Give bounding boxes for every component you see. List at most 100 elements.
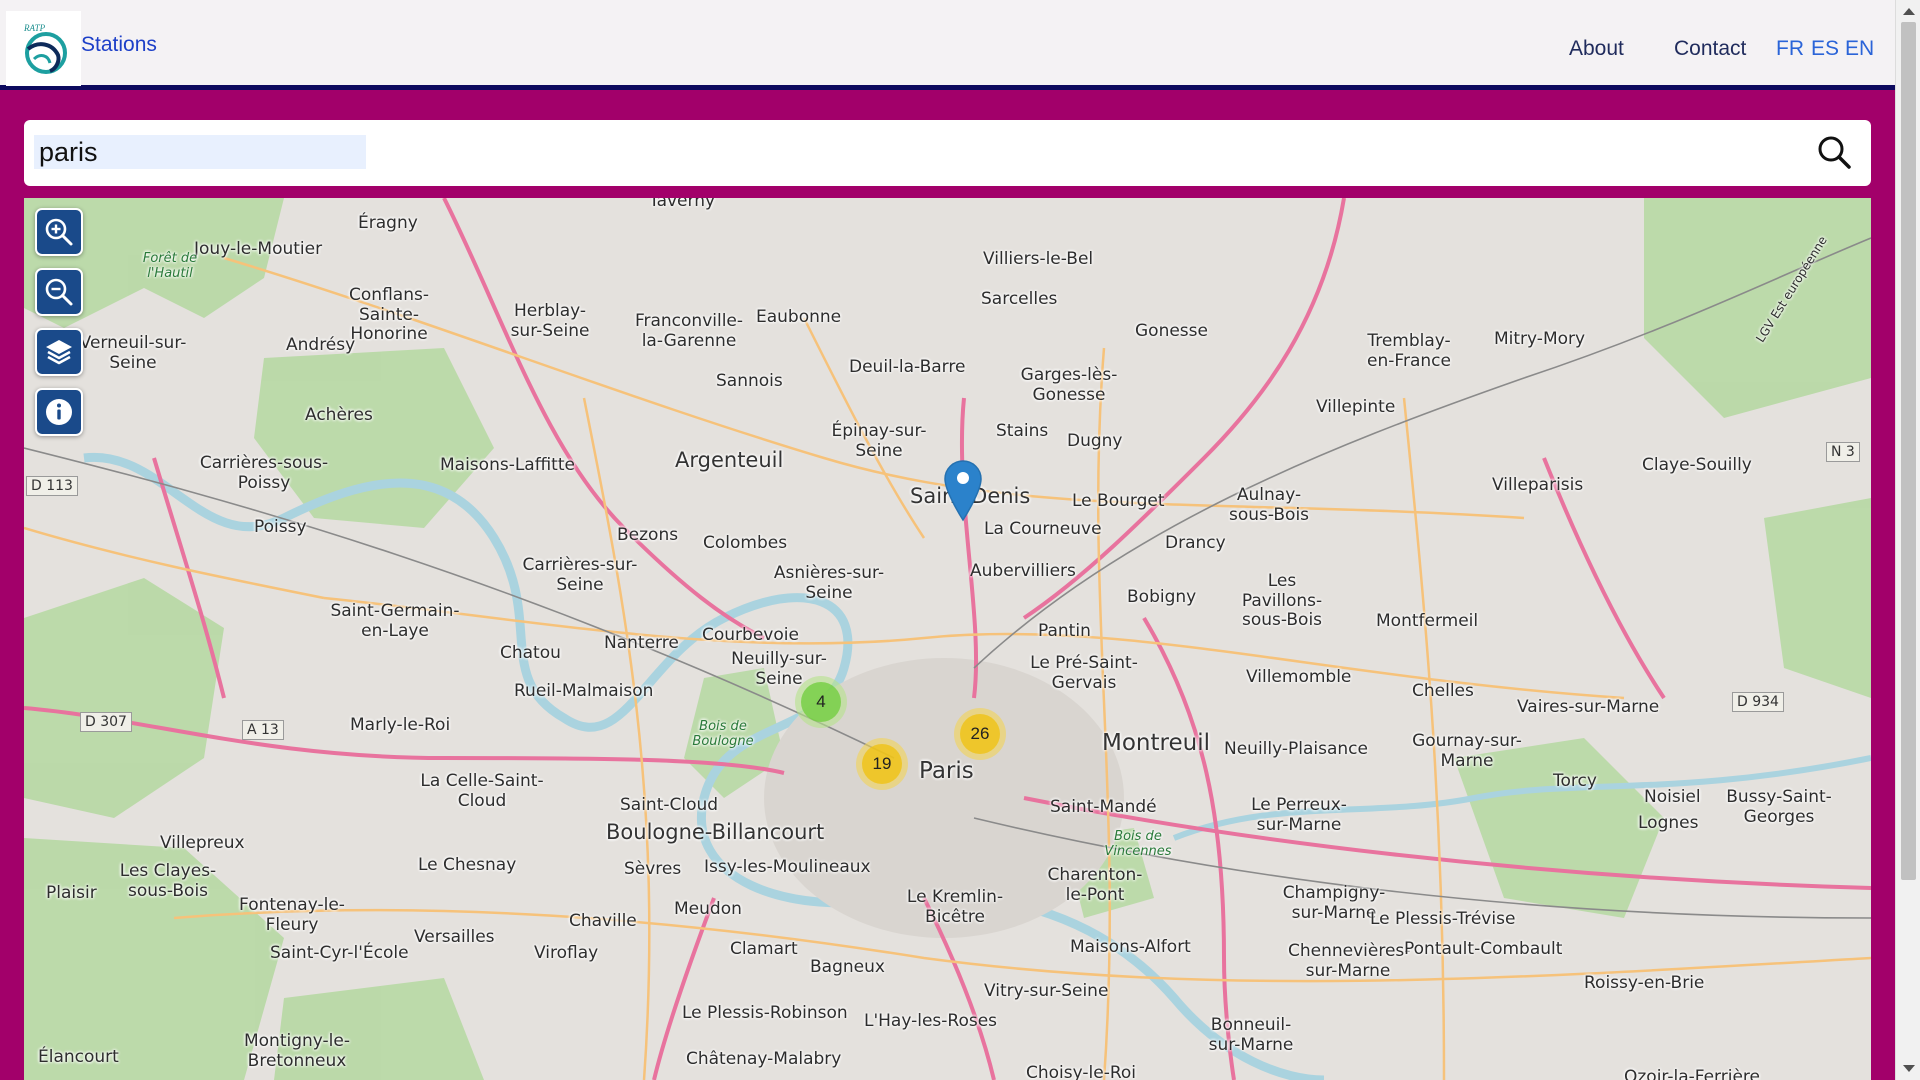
place-label: Clamart	[730, 939, 798, 959]
top-navbar: RATP Stations About Contact FR ES EN	[0, 0, 1895, 90]
nav-about-link[interactable]: About	[1569, 37, 1624, 61]
place-label: Villepreux	[160, 833, 245, 853]
place-label: Montigny-le-Bretonneux	[243, 1031, 350, 1071]
place-label: Vaires-sur-Marne	[1517, 697, 1660, 717]
scroll-thumb[interactable]	[1901, 22, 1916, 880]
place-label: Jouy-le-Moutier	[194, 239, 323, 259]
lang-en-link[interactable]: EN	[1845, 37, 1874, 61]
place-label: Tremblay-en-France	[1367, 331, 1451, 371]
place-label: Plaisir	[46, 883, 97, 903]
search-input[interactable]	[34, 135, 366, 169]
place-label: Villeparisis	[1492, 475, 1584, 495]
place-label: Argenteuil	[675, 448, 784, 472]
lang-es-link[interactable]: ES	[1811, 37, 1839, 61]
scroll-up-arrow[interactable]	[1903, 8, 1915, 15]
marker-cluster[interactable]: 19	[856, 738, 908, 790]
place-label: Villemomble	[1246, 667, 1352, 687]
place-label: Le Chesnay	[418, 855, 517, 875]
place-label: Le Bourget	[1072, 491, 1165, 511]
place-label: Aulnay-sous-Bois	[1228, 485, 1310, 525]
place-label: Choisy-le-Roi	[1026, 1063, 1137, 1080]
info-icon	[46, 399, 72, 425]
place-label: Eaubonne	[756, 307, 842, 327]
place-label: Issy-les-Moulineaux	[704, 857, 871, 877]
zoom-in-button[interactable]	[35, 208, 83, 256]
place-label: Châtenay-Malabry	[686, 1049, 842, 1069]
scroll-down-arrow[interactable]	[1903, 1065, 1915, 1072]
zoom-out-icon	[45, 278, 73, 306]
place-label: Viroflay	[534, 943, 599, 963]
zoom-in-icon	[45, 218, 73, 246]
place-label: L'Hay-les-Roses	[864, 1011, 998, 1031]
map-view[interactable]: Taverny Éragny Jouy-le-Moutier Forêt de …	[24, 198, 1871, 1080]
place-label: Sannois	[716, 371, 783, 391]
layers-icon	[46, 340, 72, 365]
place-label: Charenton-le-Pont	[1047, 865, 1143, 905]
place-label: Bobigny	[1127, 587, 1197, 607]
cluster-count: 26	[960, 714, 1000, 754]
road-shield: A 13	[242, 720, 284, 741]
place-label: Carrières-sur-Seine	[522, 555, 638, 595]
place-label: Noisiel	[1644, 787, 1701, 807]
place-label: Maisons-Alfort	[1070, 937, 1191, 957]
place-label: Rueil-Malmaison	[514, 681, 654, 701]
place-label: Le Plessis-Robinson	[682, 1003, 848, 1023]
place-label: Le Pré-Saint-Gervais	[1030, 653, 1138, 693]
place-label: Bagneux	[810, 957, 885, 977]
place-label: Éragny	[358, 213, 418, 233]
place-label: Torcy	[1553, 771, 1597, 791]
place-label: Franconville-la-Garenne	[634, 311, 744, 351]
place-label: Dugny	[1067, 431, 1123, 451]
info-button[interactable]	[35, 388, 83, 436]
search-bar	[24, 120, 1871, 186]
place-label: Forêt de l'Hautil	[142, 251, 198, 281]
place-label: Courbevoie	[702, 625, 799, 645]
place-label: Herblay-sur-Seine	[510, 301, 590, 341]
place-label: Le Perreux-sur-Marne	[1251, 795, 1347, 835]
place-label: Achères	[305, 405, 373, 425]
place-label: Montfermeil	[1376, 611, 1479, 631]
place-label: Paris	[919, 758, 974, 784]
map-pin-icon[interactable]	[944, 460, 982, 522]
place-label: Colombes	[703, 533, 788, 553]
brand-link-stations[interactable]: Stations	[81, 33, 157, 57]
place-label: Saint-Germain-en-Laye	[330, 601, 460, 641]
lang-fr-link[interactable]: FR	[1776, 37, 1804, 61]
place-label: Stains	[996, 421, 1049, 441]
place-label: Deuil-la-Barre	[849, 357, 966, 377]
place-label: Les Pavillons-sous-Bois	[1241, 571, 1323, 631]
road-shield: D 934	[1732, 692, 1784, 713]
place-label: Fontenay-le-Fleury	[239, 895, 345, 935]
road-shield: D 307	[80, 712, 132, 733]
ratp-logo-icon: RATP	[23, 23, 67, 74]
marker-cluster[interactable]: 4	[795, 676, 847, 728]
place-label: Saint-Cloud	[620, 795, 719, 815]
place-label: Carrières-sous-Poissy	[199, 453, 329, 493]
place-label: Mitry-Mory	[1494, 329, 1586, 349]
search-button[interactable]	[1815, 134, 1853, 172]
place-label: Chennevières-sur-Marne	[1288, 941, 1411, 981]
nav-contact-link[interactable]: Contact	[1674, 37, 1746, 61]
marker-cluster[interactable]: 26	[954, 708, 1006, 760]
place-label: Verneuil-sur-Seine	[79, 333, 187, 373]
place-label: Chaville	[569, 911, 637, 931]
place-label: Bussy-Saint-Georges	[1726, 787, 1832, 827]
place-label: Meudon	[674, 899, 742, 919]
place-label: Villiers-le-Bel	[983, 249, 1094, 269]
place-label: Chatou	[500, 643, 561, 663]
zoom-out-button[interactable]	[35, 268, 83, 316]
layers-button[interactable]	[35, 328, 83, 376]
place-label: Garges-lès-Gonesse	[1020, 365, 1118, 405]
place-label: La Celle-Saint-Cloud	[420, 771, 544, 811]
place-label: Épinay-sur-Seine	[831, 421, 927, 461]
ratp-logo[interactable]: RATP	[6, 11, 81, 86]
search-icon	[1818, 136, 1851, 169]
place-label: Aubervilliers	[970, 561, 1076, 581]
place-label: Claye-Souilly	[1642, 455, 1752, 475]
place-label: Drancy	[1165, 533, 1226, 553]
place-label: Versailles	[414, 927, 495, 947]
place-label: Villepinte	[1316, 397, 1396, 417]
page-scrollbar[interactable]	[1895, 0, 1920, 1080]
place-label: Sarcelles	[981, 289, 1058, 309]
place-label: Élancourt	[38, 1047, 119, 1067]
